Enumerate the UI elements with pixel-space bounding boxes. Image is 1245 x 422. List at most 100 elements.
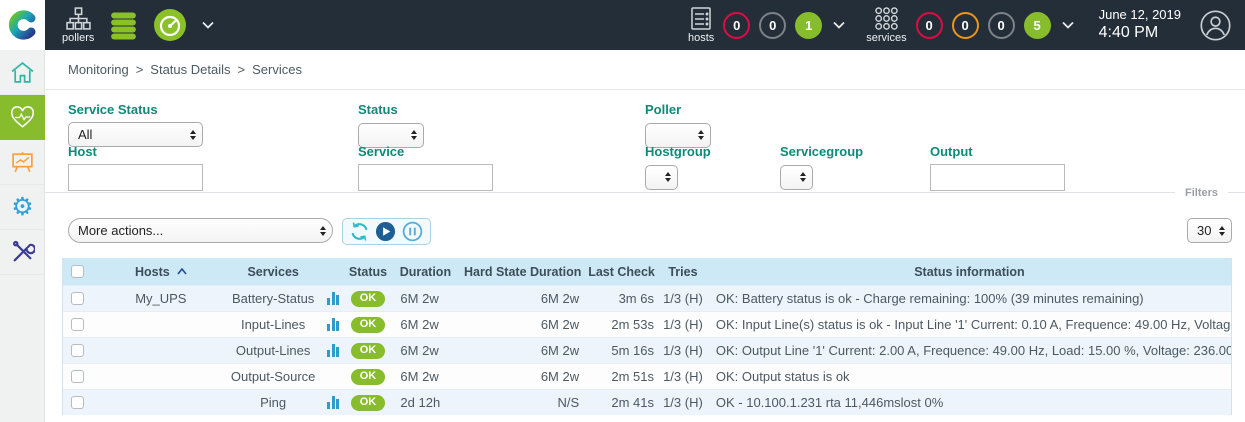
hosts-icon — [689, 7, 713, 31]
service-link[interactable]: Input-Lines — [241, 317, 305, 332]
col-services[interactable]: Services — [226, 265, 321, 279]
actions-toolbar: More actions... — [45, 193, 1245, 258]
pollers-menu[interactable]: pollers — [62, 6, 94, 44]
centreon-logo[interactable] — [0, 0, 45, 50]
hosts-down-count[interactable]: 0 — [723, 12, 750, 39]
hosts-chevron-down-icon[interactable] — [833, 21, 845, 29]
filters-panel: Service Status All Status Poller — [45, 90, 1245, 193]
col-last-check[interactable]: Last Check — [585, 265, 658, 279]
status-information-cell: OK: Output Line '1' Current: 2.00 A, Fre… — [708, 343, 1231, 358]
col-status-information[interactable]: Status information — [708, 265, 1231, 279]
select-spinner-icon — [411, 130, 417, 140]
graph-icon[interactable] — [327, 292, 339, 305]
output-input[interactable] — [930, 164, 1065, 191]
breadcrumb-services[interactable]: Services — [252, 62, 302, 77]
poller-latency-status-icon[interactable] — [153, 8, 187, 42]
pollers-chevron-down-icon[interactable] — [202, 21, 214, 29]
row-checkbox[interactable] — [71, 396, 84, 409]
duration-cell: 6M 2w — [390, 343, 460, 358]
last-check-cell: 2m 51s — [585, 369, 658, 384]
graph-icon[interactable] — [327, 318, 339, 331]
hostgroup-select[interactable] — [645, 165, 678, 190]
row-checkbox[interactable] — [71, 370, 84, 383]
table-row: Ping OK 2d 12h N/S 2m 41s 1/3 (H) OK - 1… — [63, 389, 1231, 415]
tries-cell: 1/3 (H) — [658, 291, 708, 306]
centreon-app: pollers — [0, 0, 1245, 422]
sidebar-item-home[interactable] — [0, 50, 45, 95]
sidebar-item-monitoring[interactable] — [0, 95, 45, 140]
hosts-menu[interactable]: hosts — [688, 7, 714, 44]
breadcrumb-separator: > — [136, 62, 144, 77]
select-all-checkbox[interactable] — [71, 265, 84, 278]
hosts-label: hosts — [688, 32, 714, 44]
more-actions-select[interactable]: More actions... — [68, 218, 333, 243]
per-page-select[interactable]: 30 — [1187, 218, 1232, 243]
main-content: Monitoring > Status Details > Services S… — [45, 50, 1245, 422]
sidebar-item-configuration[interactable]: ⚙ — [0, 185, 45, 230]
duration-cell: 6M 2w — [390, 369, 460, 384]
status-information-cell: OK: Battery status is ok - Charge remain… — [708, 291, 1231, 306]
services-warning-count[interactable]: 0 — [952, 12, 979, 39]
table-header-row: Hosts Services Status Duration Hard Stat… — [63, 258, 1231, 285]
hard-state-duration-cell: 6M 2w — [460, 317, 585, 332]
per-page-value: 30 — [1197, 223, 1211, 238]
hard-state-duration-cell: 6M 2w — [460, 291, 585, 306]
host-input[interactable] — [68, 164, 203, 191]
col-tries[interactable]: Tries — [658, 265, 708, 279]
heart-pulse-icon — [9, 106, 36, 130]
services-unknown-count[interactable]: 0 — [988, 12, 1015, 39]
service-link[interactable]: Output-Source — [231, 369, 316, 384]
play-icon[interactable] — [375, 221, 396, 242]
poller-label: Poller — [645, 102, 711, 117]
sort-asc-icon — [177, 268, 187, 275]
hosts-up-count[interactable]: 1 — [795, 12, 822, 39]
services-chevron-down-icon[interactable] — [1062, 21, 1074, 29]
table-row: My_UPS Battery-Status OK 6M 2w 6M 2w 3m … — [63, 285, 1231, 311]
table-row: Output-Lines OK 6M 2w 6M 2w 5m 16s 1/3 (… — [63, 337, 1231, 363]
services-table: Hosts Services Status Duration Hard Stat… — [62, 258, 1232, 415]
select-spinner-icon — [800, 172, 806, 182]
sidebar-item-administration[interactable] — [0, 230, 45, 275]
sidebar-item-reporting[interactable] — [0, 140, 45, 185]
service-status-label: Service Status — [68, 102, 203, 117]
output-label: Output — [930, 144, 1065, 159]
status-badge: OK — [351, 317, 386, 333]
sidebar-nav: ⚙ — [0, 50, 45, 422]
hard-state-duration-cell: N/S — [460, 395, 585, 410]
tries-cell: 1/3 (H) — [658, 317, 708, 332]
refresh-icon[interactable] — [350, 222, 369, 241]
hard-state-duration-cell: 6M 2w — [460, 343, 585, 358]
centreon-logo-icon — [8, 10, 38, 40]
host-link[interactable]: My_UPS — [135, 291, 186, 306]
row-checkbox[interactable] — [71, 292, 84, 305]
service-link[interactable]: Battery-Status — [232, 291, 314, 306]
service-input[interactable] — [358, 164, 493, 191]
service-status-value: All — [78, 127, 92, 142]
current-date: June 12, 2019 — [1099, 7, 1181, 23]
row-checkbox[interactable] — [71, 344, 84, 357]
breadcrumb-status-details[interactable]: Status Details — [150, 62, 230, 77]
breadcrumb-monitoring[interactable]: Monitoring — [68, 62, 129, 77]
services-critical-count[interactable]: 0 — [916, 12, 943, 39]
services-menu[interactable]: services — [866, 6, 906, 44]
poller-database-status-icon[interactable] — [107, 9, 140, 42]
col-hard-state-duration[interactable]: Hard State Duration — [460, 265, 585, 279]
user-profile-icon[interactable] — [1200, 10, 1231, 41]
graph-icon[interactable] — [327, 344, 339, 357]
pause-icon[interactable] — [402, 221, 423, 242]
service-link[interactable]: Output-Lines — [236, 343, 310, 358]
servicegroup-select[interactable] — [780, 165, 813, 190]
hostgroup-label: Hostgroup — [645, 144, 711, 159]
gear-icon: ⚙ — [11, 195, 33, 220]
servicegroup-label: Servicegroup — [780, 144, 863, 159]
service-link[interactable]: Ping — [260, 395, 286, 410]
hosts-unreachable-count[interactable]: 0 — [759, 12, 786, 39]
row-checkbox[interactable] — [71, 318, 84, 331]
services-ok-count[interactable]: 5 — [1024, 12, 1051, 39]
status-label: Status — [358, 102, 424, 117]
last-check-cell: 3m 6s — [585, 291, 658, 306]
col-hosts[interactable]: Hosts — [96, 265, 226, 279]
graph-icon[interactable] — [327, 396, 339, 409]
col-duration[interactable]: Duration — [390, 265, 460, 279]
col-status[interactable]: Status — [346, 265, 391, 279]
